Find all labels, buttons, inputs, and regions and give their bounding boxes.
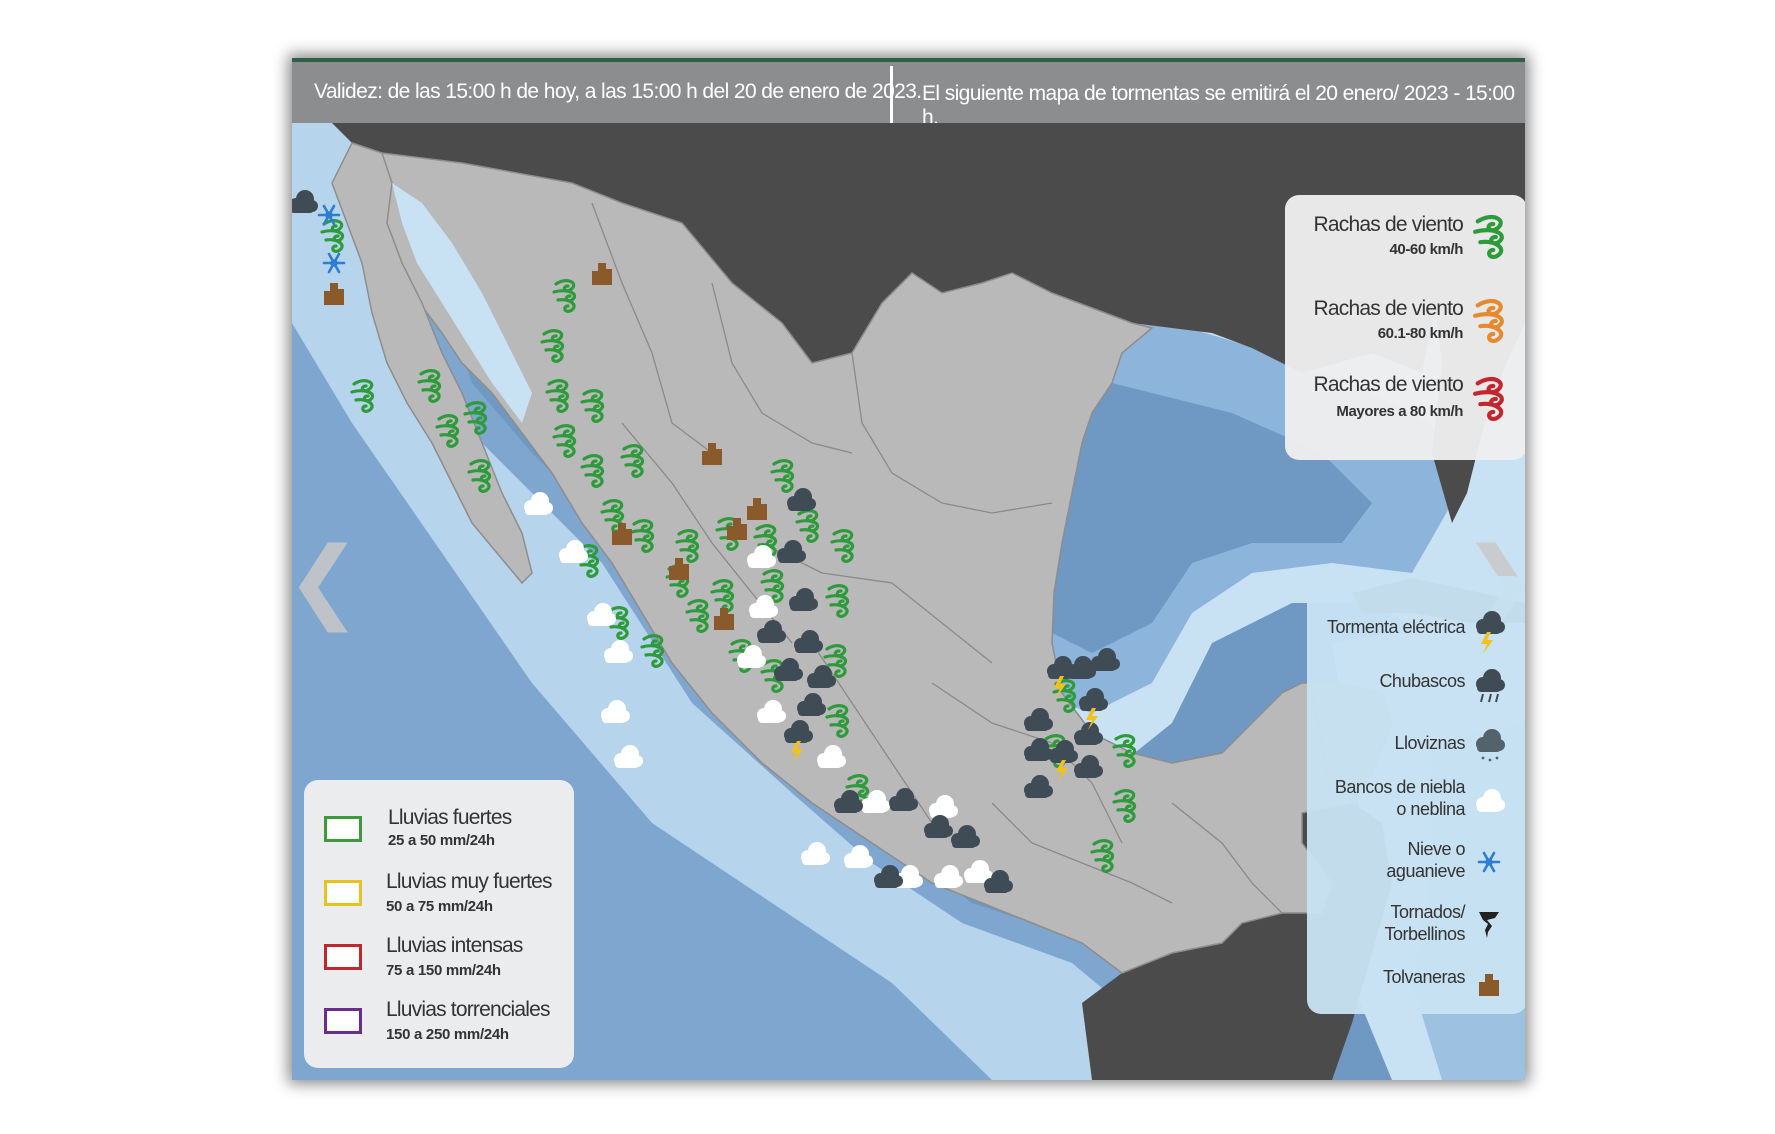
header-divider bbox=[890, 66, 893, 123]
snow-icon bbox=[1477, 851, 1501, 873]
header-bar: Validez: de las 15:00 h de hoy, a las 15… bbox=[292, 58, 1525, 129]
rain-legend-range: 50 a 75 mm/24h bbox=[386, 898, 493, 915]
drizzle-icon bbox=[1476, 729, 1505, 762]
phenomena-icons bbox=[1476, 611, 1505, 996]
phenomena-label: Nieve o aguanieve bbox=[1386, 839, 1465, 881]
rain-color-box bbox=[324, 816, 362, 842]
fog-icon bbox=[1476, 789, 1505, 812]
wind-gust-green-icon bbox=[1471, 211, 1513, 263]
phenomena-label: Lloviznas bbox=[1394, 733, 1465, 753]
wind-legend: Rachas de viento 40-60 km/h Rachas de vi… bbox=[1285, 195, 1525, 460]
forecast-map-panel: Validez: de las 15:00 h de hoy, a las 15… bbox=[292, 58, 1525, 1080]
showers-icon bbox=[1476, 669, 1505, 703]
phenomena-legend: Tormenta eléctrica Chubascos Lloviznas B… bbox=[1307, 576, 1525, 1014]
phenomena-label: Tolvaneras bbox=[1382, 967, 1466, 987]
rain-legend-title: Lluvias intensas bbox=[386, 934, 523, 957]
wind-legend-title: Rachas de viento bbox=[1313, 213, 1464, 236]
wind-legend-title: Rachas de viento bbox=[1313, 297, 1464, 320]
rain-color-box bbox=[324, 1008, 362, 1034]
rain-legend-range: 25 a 50 mm/24h bbox=[388, 832, 495, 849]
dust-storm-icon bbox=[1479, 974, 1499, 996]
phenomena-label: Bancos de niebla o neblina bbox=[1334, 777, 1466, 819]
wind-legend-range: 60.1-80 km/h bbox=[1377, 325, 1464, 342]
rain-legend-title: Lluvias muy fuertes bbox=[386, 870, 553, 893]
rain-legend-range: 150 a 250 mm/24h bbox=[386, 1026, 509, 1043]
thunderstorm-icon bbox=[1476, 611, 1505, 654]
prev-arrow[interactable]: ❮ bbox=[292, 528, 361, 633]
rain-legend: Lluvias fuertes 25 a 50 mm/24h Lluvias m… bbox=[304, 780, 574, 1068]
rain-legend-title: Lluvias torrenciales bbox=[386, 998, 551, 1021]
rain-legend-range: 75 a 150 mm/24h bbox=[386, 962, 501, 979]
wind-gust-red-icon bbox=[1473, 377, 1504, 422]
wind-legend-range: Mayores a 80 km/h bbox=[1336, 403, 1463, 420]
rain-color-box bbox=[324, 880, 362, 906]
validity-text: Validez: de las 15:00 h de hoy, a las 15… bbox=[314, 80, 922, 103]
wind-legend-title: Rachas de viento bbox=[1313, 373, 1464, 396]
phenomena-label: Chubascos bbox=[1379, 671, 1465, 691]
phenomena-label: Tornados/Torbellinos bbox=[1384, 902, 1465, 944]
rain-legend-title: Lluvias fuertes bbox=[388, 806, 512, 829]
wind-legend-range: 40-60 km/h bbox=[1389, 241, 1463, 258]
rain-color-box bbox=[324, 944, 362, 970]
phenomena-label: Tormenta eléctrica bbox=[1326, 617, 1466, 637]
tornado-icon bbox=[1479, 912, 1499, 938]
wind-gust-orange-icon bbox=[1473, 299, 1504, 344]
